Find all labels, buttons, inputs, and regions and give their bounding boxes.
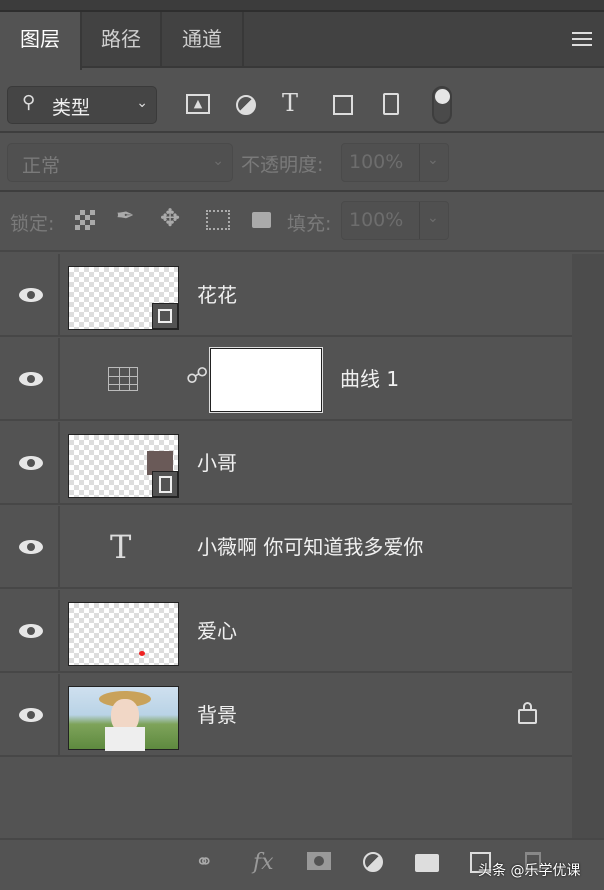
panel-menu-icon[interactable] [572, 32, 592, 46]
tab-layers[interactable]: 图层 [0, 12, 82, 70]
lock-all-icon[interactable] [252, 212, 271, 228]
scrollbar-track[interactable] [572, 254, 604, 840]
layer-row[interactable]: 背景 [0, 674, 572, 757]
layer-thumbnail [68, 602, 179, 666]
lock-image-pixels-brush-icon[interactable]: ✒ [116, 204, 134, 229]
filter-kind-label: 类型 [52, 97, 91, 119]
visibility-eye-icon[interactable] [19, 456, 43, 470]
tab-channels[interactable]: 通道 [162, 12, 244, 68]
chevron-down-icon[interactable]: ⌄ [427, 210, 439, 226]
lock-transparent-pixels-icon[interactable] [75, 210, 95, 230]
layer-name[interactable]: 花花 [197, 254, 237, 337]
layer-thumbnail-photo [68, 686, 179, 751]
layer-name[interactable]: 小哥 [197, 422, 237, 505]
layer-row[interactable]: 花花 [0, 254, 572, 337]
image-filter-icon[interactable]: ▲ [186, 94, 210, 114]
layer-name[interactable]: 曲线 1 [340, 338, 399, 421]
fill-value: 100% [349, 209, 404, 231]
divider [0, 250, 604, 252]
lock-icon [518, 702, 537, 724]
layer-row[interactable]: T 小薇啊 你可知道我多爱你 [0, 506, 572, 589]
layer-row[interactable]: ☍ 曲线 1 [0, 338, 572, 421]
fill-label: 填充: [287, 213, 332, 235]
visibility-eye-icon[interactable] [19, 708, 43, 722]
visibility-eye-icon[interactable] [19, 540, 43, 554]
filter-kind-select[interactable]: ⚲ 类型 ⌄ [7, 86, 157, 124]
chevron-down-icon[interactable]: ⌄ [427, 152, 439, 168]
opacity-field[interactable]: 100% ⌄ [341, 143, 449, 182]
link-chain-icon[interactable]: ☍ [186, 364, 208, 389]
fx-layer-style-icon[interactable]: fx [253, 850, 274, 875]
tab-paths[interactable]: 路径 [82, 12, 162, 68]
watermark: 头条 @乐学优课 [478, 863, 581, 879]
lock-artboard-icon[interactable] [206, 210, 230, 230]
curves-adjustment-icon [108, 367, 138, 391]
panel-tabs: 图层 路径 通道 [0, 12, 604, 70]
divider [0, 190, 604, 192]
bottom-toolbar: ⚭ fx 头条 @乐学优课 [0, 838, 604, 890]
chevron-down-icon: ⌄ [212, 153, 224, 169]
layer-name[interactable]: 小薇啊 你可知道我多爱你 [197, 506, 423, 589]
new-group-folder-icon[interactable] [415, 854, 439, 872]
shape-filter-icon[interactable] [333, 95, 353, 115]
text-layer-icon: T [110, 528, 132, 566]
chevron-down-icon: ⌄ [136, 95, 148, 111]
new-adjustment-layer-icon[interactable] [363, 852, 383, 872]
lock-label: 锁定: [10, 213, 55, 235]
visibility-eye-icon[interactable] [19, 624, 43, 638]
layer-mask-thumbnail[interactable] [209, 347, 323, 413]
type-filter-icon[interactable]: T [282, 89, 298, 117]
link-layers-icon[interactable]: ⚭ [195, 850, 213, 875]
opacity-value: 100% [349, 151, 404, 173]
search-icon: ⚲ [22, 92, 36, 113]
opacity-label: 不透明度: [241, 154, 324, 176]
smart-object-filter-icon[interactable] [383, 93, 399, 115]
add-mask-icon[interactable] [307, 852, 331, 870]
fill-field[interactable]: 100% ⌄ [341, 201, 449, 240]
layer-name[interactable]: 爱心 [197, 590, 237, 673]
visibility-eye-icon[interactable] [19, 372, 43, 386]
blend-mode-value: 正常 [22, 155, 61, 177]
filter-toggle[interactable] [432, 86, 452, 124]
adjustment-filter-icon[interactable] [236, 95, 256, 115]
top-strip [0, 0, 604, 12]
divider [0, 131, 604, 133]
layer-thumbnail [68, 434, 179, 498]
layer-row[interactable]: 小哥 [0, 422, 572, 505]
layer-row[interactable]: 爱心 [0, 590, 572, 673]
layer-name[interactable]: 背景 [197, 674, 237, 757]
blend-mode-select[interactable]: 正常 ⌄ [7, 143, 233, 182]
layer-thumbnail [68, 266, 179, 330]
visibility-eye-icon[interactable] [19, 288, 43, 302]
lock-position-move-icon[interactable]: ✥ [160, 204, 180, 232]
